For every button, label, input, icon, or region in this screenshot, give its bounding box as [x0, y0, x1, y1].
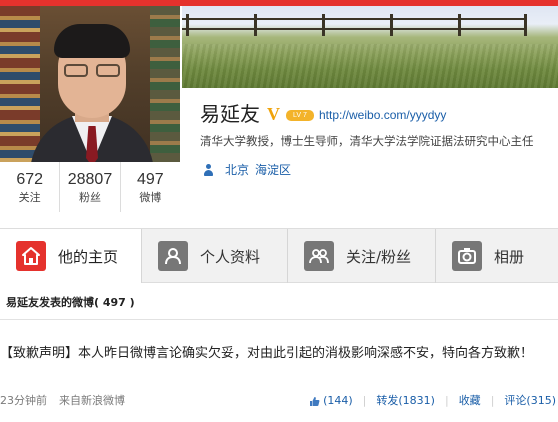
- profile-url-link[interactable]: http://weibo.com/yyydyy: [319, 107, 446, 123]
- location-person-icon: [203, 164, 214, 177]
- post-source[interactable]: 来自新浪微博: [59, 394, 125, 407]
- action-separator: |: [362, 394, 367, 407]
- action-separator: |: [444, 394, 449, 407]
- location-district-link[interactable]: 海淀区: [255, 163, 291, 177]
- stat-following-label: 关注: [18, 191, 41, 204]
- avatar[interactable]: [0, 6, 180, 162]
- tab-home[interactable]: 他的主页: [0, 229, 142, 283]
- feed-title: 易延友发表的微博( 497 ): [6, 296, 135, 310]
- feed-count: ( 497 ): [94, 296, 135, 309]
- favorite-button[interactable]: 收藏: [459, 394, 481, 408]
- profile-bio: 清华大学教授，博士生导师，清华大学法学院证据法研究中心主任: [200, 134, 534, 148]
- thumbs-up-icon: [310, 396, 320, 406]
- stat-following-number: 672: [16, 171, 44, 188]
- like-count: (144): [323, 394, 353, 407]
- post-text: 【致歉声明】本人昨日微博言论确实欠妥，对由此引起的消极影响深感不安，特向各方致歉…: [0, 346, 534, 361]
- tab-follow-fans[interactable]: 关注/粉丝: [288, 229, 436, 283]
- post-meta: 23分钟前 来自新浪微博: [0, 394, 125, 408]
- tab-home-label: 他的主页: [58, 247, 119, 266]
- stat-following[interactable]: 672 关注: [0, 162, 59, 212]
- cover-photo: [182, 6, 558, 88]
- post-time-link[interactable]: 23分钟前: [0, 394, 47, 407]
- like-button[interactable]: (144): [309, 394, 353, 408]
- feed-title-text: 易延友发表的微博: [6, 296, 94, 309]
- verified-v-badge[interactable]: V: [267, 104, 280, 124]
- stat-posts[interactable]: 497 微博: [119, 162, 180, 212]
- comment-button[interactable]: 评论(315): [504, 394, 556, 408]
- tab-album-label: 相册: [494, 247, 525, 266]
- person-icon: [158, 241, 188, 271]
- action-separator: |: [490, 394, 495, 407]
- location-province-link[interactable]: 北京: [225, 163, 249, 177]
- stat-followers-label: 粉丝: [78, 191, 101, 204]
- stat-followers-number: 28807: [67, 171, 113, 188]
- tab-album[interactable]: 相册: [436, 229, 558, 283]
- stat-posts-number: 497: [136, 171, 164, 188]
- profile-location: 北京 海淀区: [225, 162, 297, 178]
- stat-posts-label: 微博: [139, 191, 162, 204]
- profile-name: 易延友: [200, 102, 260, 126]
- home-icon: [16, 241, 46, 271]
- repost-button[interactable]: 转发(1831): [376, 394, 435, 408]
- profile-stats: 672 关注 28807 粉丝 497 微博: [0, 162, 180, 212]
- post-actions: (144) | 转发(1831) | 收藏 | 评论(315): [309, 394, 556, 408]
- level-badge[interactable]: LV 7: [286, 110, 314, 121]
- stat-followers[interactable]: 28807 粉丝: [59, 162, 119, 212]
- people-icon: [304, 241, 334, 271]
- camera-icon: [452, 241, 482, 271]
- profile-tabs: 他的主页 个人资料 关注/粉丝 相册: [0, 228, 558, 283]
- tab-profile[interactable]: 个人资料: [142, 229, 288, 283]
- tab-follow-fans-label: 关注/粉丝: [346, 247, 412, 266]
- feed-divider: [0, 319, 558, 320]
- tab-profile-label: 个人资料: [200, 247, 261, 266]
